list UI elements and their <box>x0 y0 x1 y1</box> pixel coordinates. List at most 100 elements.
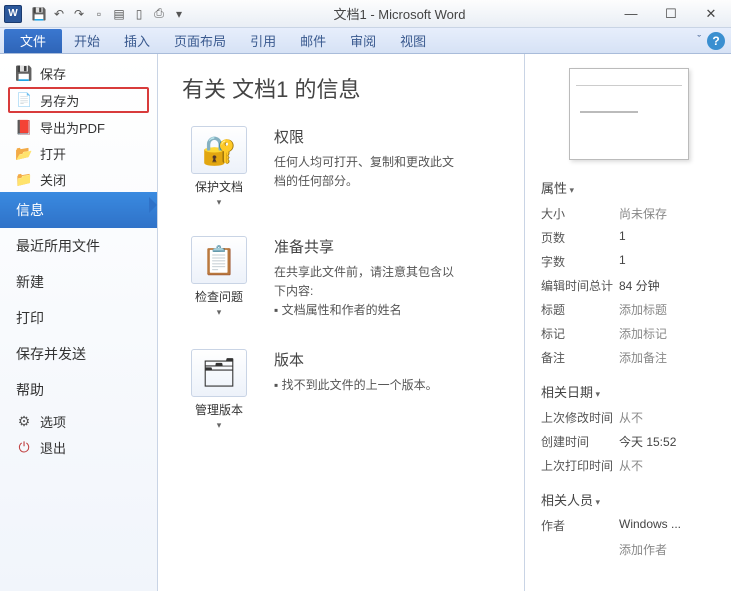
save-icon[interactable]: 💾 <box>30 5 48 23</box>
new-doc-icon[interactable]: ▫ <box>90 5 108 23</box>
manage-versions-button[interactable]: 🗂 管理版本 ▾ <box>182 349 256 431</box>
title-bar: W 💾 ↶ ↷ ▫ ▤ ▯ ⎙ ▾ 文档1 - Microsoft Word —… <box>0 0 731 28</box>
nav-options[interactable]: ⚙ 选项 <box>0 408 157 434</box>
window-title: 文档1 - Microsoft Word <box>188 4 611 23</box>
prepare-share-desc: 在共享此文件前，请注意其包含以下内容: <box>274 263 454 301</box>
undo-icon[interactable]: ↶ <box>50 5 68 23</box>
info-heading: 有关 文档1 的信息 <box>182 72 504 104</box>
backstage-nav: 💾保存 📄另存为 📕 导出为PDF 📂 打开 📁关闭 信息 最近所用文件 新建 打印… <box>0 54 158 591</box>
dropdown-icon: ▾ <box>182 420 256 431</box>
document-preview <box>569 68 689 160</box>
backstage-view: 💾保存 📄另存为 📕 导出为PDF 📂 打开 📁关闭 信息 最近所用文件 新建 打印… <box>0 54 731 591</box>
nav-open-label: 打开 <box>40 144 66 163</box>
prop-add-author-val[interactable]: 添加作者 <box>619 541 717 558</box>
nav-save[interactable]: 💾保存 <box>0 60 157 86</box>
tab-references[interactable]: 引用 <box>238 29 288 53</box>
tab-view[interactable]: 视图 <box>388 29 438 53</box>
file-tab[interactable]: 文件 <box>4 29 62 53</box>
save-icon-2[interactable]: ▤ <box>110 5 128 23</box>
nav-info-label: 信息 <box>16 200 44 220</box>
close-button[interactable]: ✕ <box>691 4 731 24</box>
options-icon: ⚙ <box>16 413 32 429</box>
prop-tag-key: 标记 <box>541 325 619 342</box>
nav-recent[interactable]: 最近所用文件 <box>0 228 157 264</box>
prop-row-size: 大小尚未保存 <box>541 205 717 222</box>
nav-save-as[interactable]: 📄另存为 <box>8 87 149 113</box>
permissions-title: 权限 <box>274 126 454 147</box>
nav-close[interactable]: 📁关闭 <box>0 166 157 192</box>
prop-edit-val: 84 分钟 <box>619 277 717 294</box>
lock-key-icon: 🔐 <box>191 126 247 174</box>
nav-help[interactable]: 帮助 <box>0 372 157 408</box>
prop-created-val: 今天 15:52 <box>619 433 717 450</box>
related-people-heading: 相关人员 <box>541 490 717 509</box>
dropdown-icon: ▾ <box>182 197 256 208</box>
prepare-share-bullet: 文档属性和作者的姓名 <box>274 301 454 320</box>
versions-text: 版本 找不到此文件的上一个版本。 <box>274 349 438 431</box>
nav-exit[interactable]: ⏻退出 <box>0 434 157 460</box>
print-icon[interactable]: ⎙ <box>150 5 168 23</box>
prop-edit-key: 编辑时间总计 <box>541 277 619 294</box>
redo-icon[interactable]: ↷ <box>70 5 88 23</box>
tab-insert[interactable]: 插入 <box>112 29 162 53</box>
nav-help-label: 帮助 <box>16 380 44 400</box>
tab-review[interactable]: 审阅 <box>338 29 388 53</box>
prepare-share-text: 准备共享 在共享此文件前，请注意其包含以下内容: 文档属性和作者的姓名 <box>274 236 454 321</box>
prop-title-val[interactable]: 添加标题 <box>619 301 717 318</box>
prop-author-val: Windows ... <box>619 517 717 534</box>
prop-row-tag[interactable]: 标记添加标记 <box>541 325 717 342</box>
prop-pages-val: 1 <box>619 229 717 246</box>
pdf-icon: 📕 <box>16 119 32 135</box>
prop-size-key: 大小 <box>541 205 619 222</box>
nav-recent-label: 最近所用文件 <box>16 236 100 256</box>
help-icon[interactable]: ? <box>707 32 725 50</box>
prop-row-add-author[interactable]: 添加作者 <box>541 541 717 558</box>
nav-options-label: 选项 <box>40 412 66 431</box>
prop-note-val[interactable]: 添加备注 <box>619 349 717 366</box>
open-folder-icon: 📂 <box>16 145 32 161</box>
nav-export-pdf[interactable]: 📕 导出为PDF <box>0 114 157 140</box>
backstage-content: 有关 文档1 的信息 🔐 保护文档 ▾ 权限 任何人均可打开、复制和更改此文档的… <box>158 54 731 591</box>
prop-pages-key: 页数 <box>541 229 619 246</box>
maximize-button[interactable]: ☐ <box>651 4 691 24</box>
related-dates-heading: 相关日期 <box>541 382 717 401</box>
versions-section: 🗂 管理版本 ▾ 版本 找不到此文件的上一个版本。 <box>182 349 504 431</box>
prop-row-words: 字数1 <box>541 253 717 270</box>
check-issues-button[interactable]: 📋 检查问题 ▾ <box>182 236 256 321</box>
tab-home[interactable]: 开始 <box>62 29 112 53</box>
save-as-icon: 📄 <box>16 92 32 108</box>
nav-new-label: 新建 <box>16 272 44 292</box>
prop-author-key: 作者 <box>541 517 619 534</box>
nav-export-pdf-label: 导出为PDF <box>40 118 105 137</box>
tab-layout[interactable]: 页面布局 <box>162 29 238 53</box>
nav-print[interactable]: 打印 <box>0 300 157 336</box>
permissions-desc: 任何人均可打开、复制和更改此文档的任何部分。 <box>274 153 454 191</box>
prop-title-key: 标题 <box>541 301 619 318</box>
tab-mail[interactable]: 邮件 <box>288 29 338 53</box>
nav-save-label: 保存 <box>40 64 66 83</box>
prop-row-printed: 上次打印时间从不 <box>541 457 717 474</box>
qat-dropdown-icon[interactable]: ▾ <box>170 5 188 23</box>
nav-share-send[interactable]: 保存并发送 <box>0 336 157 372</box>
protect-doc-button[interactable]: 🔐 保护文档 ▾ <box>182 126 256 208</box>
nav-close-label: 关闭 <box>40 170 66 189</box>
check-issues-label: 检查问题 <box>182 288 256 305</box>
minimize-button[interactable]: — <box>611 4 651 24</box>
open-icon[interactable]: ▯ <box>130 5 148 23</box>
prop-row-title[interactable]: 标题添加标题 <box>541 301 717 318</box>
nav-print-label: 打印 <box>16 308 44 328</box>
prop-tag-val[interactable]: 添加标记 <box>619 325 717 342</box>
prop-row-note[interactable]: 备注添加备注 <box>541 349 717 366</box>
prepare-share-section: 📋 检查问题 ▾ 准备共享 在共享此文件前，请注意其包含以下内容: 文档属性和作… <box>182 236 504 321</box>
nav-new[interactable]: 新建 <box>0 264 157 300</box>
ribbon-expand-icon[interactable]: ˇ <box>697 34 701 46</box>
word-app-icon: W <box>4 5 22 23</box>
properties-heading[interactable]: 属性 <box>541 178 717 197</box>
prop-printed-key: 上次打印时间 <box>541 457 619 474</box>
nav-open[interactable]: 📂 打开 <box>0 140 157 166</box>
nav-info[interactable]: 信息 <box>0 192 157 228</box>
window-controls: — ☐ ✕ <box>611 4 731 24</box>
properties-pane: 属性 大小尚未保存 页数1 字数1 编辑时间总计84 分钟 标题添加标题 标记添… <box>525 54 731 591</box>
prop-row-modified: 上次修改时间从不 <box>541 409 717 426</box>
nav-share-send-label: 保存并发送 <box>16 344 86 364</box>
